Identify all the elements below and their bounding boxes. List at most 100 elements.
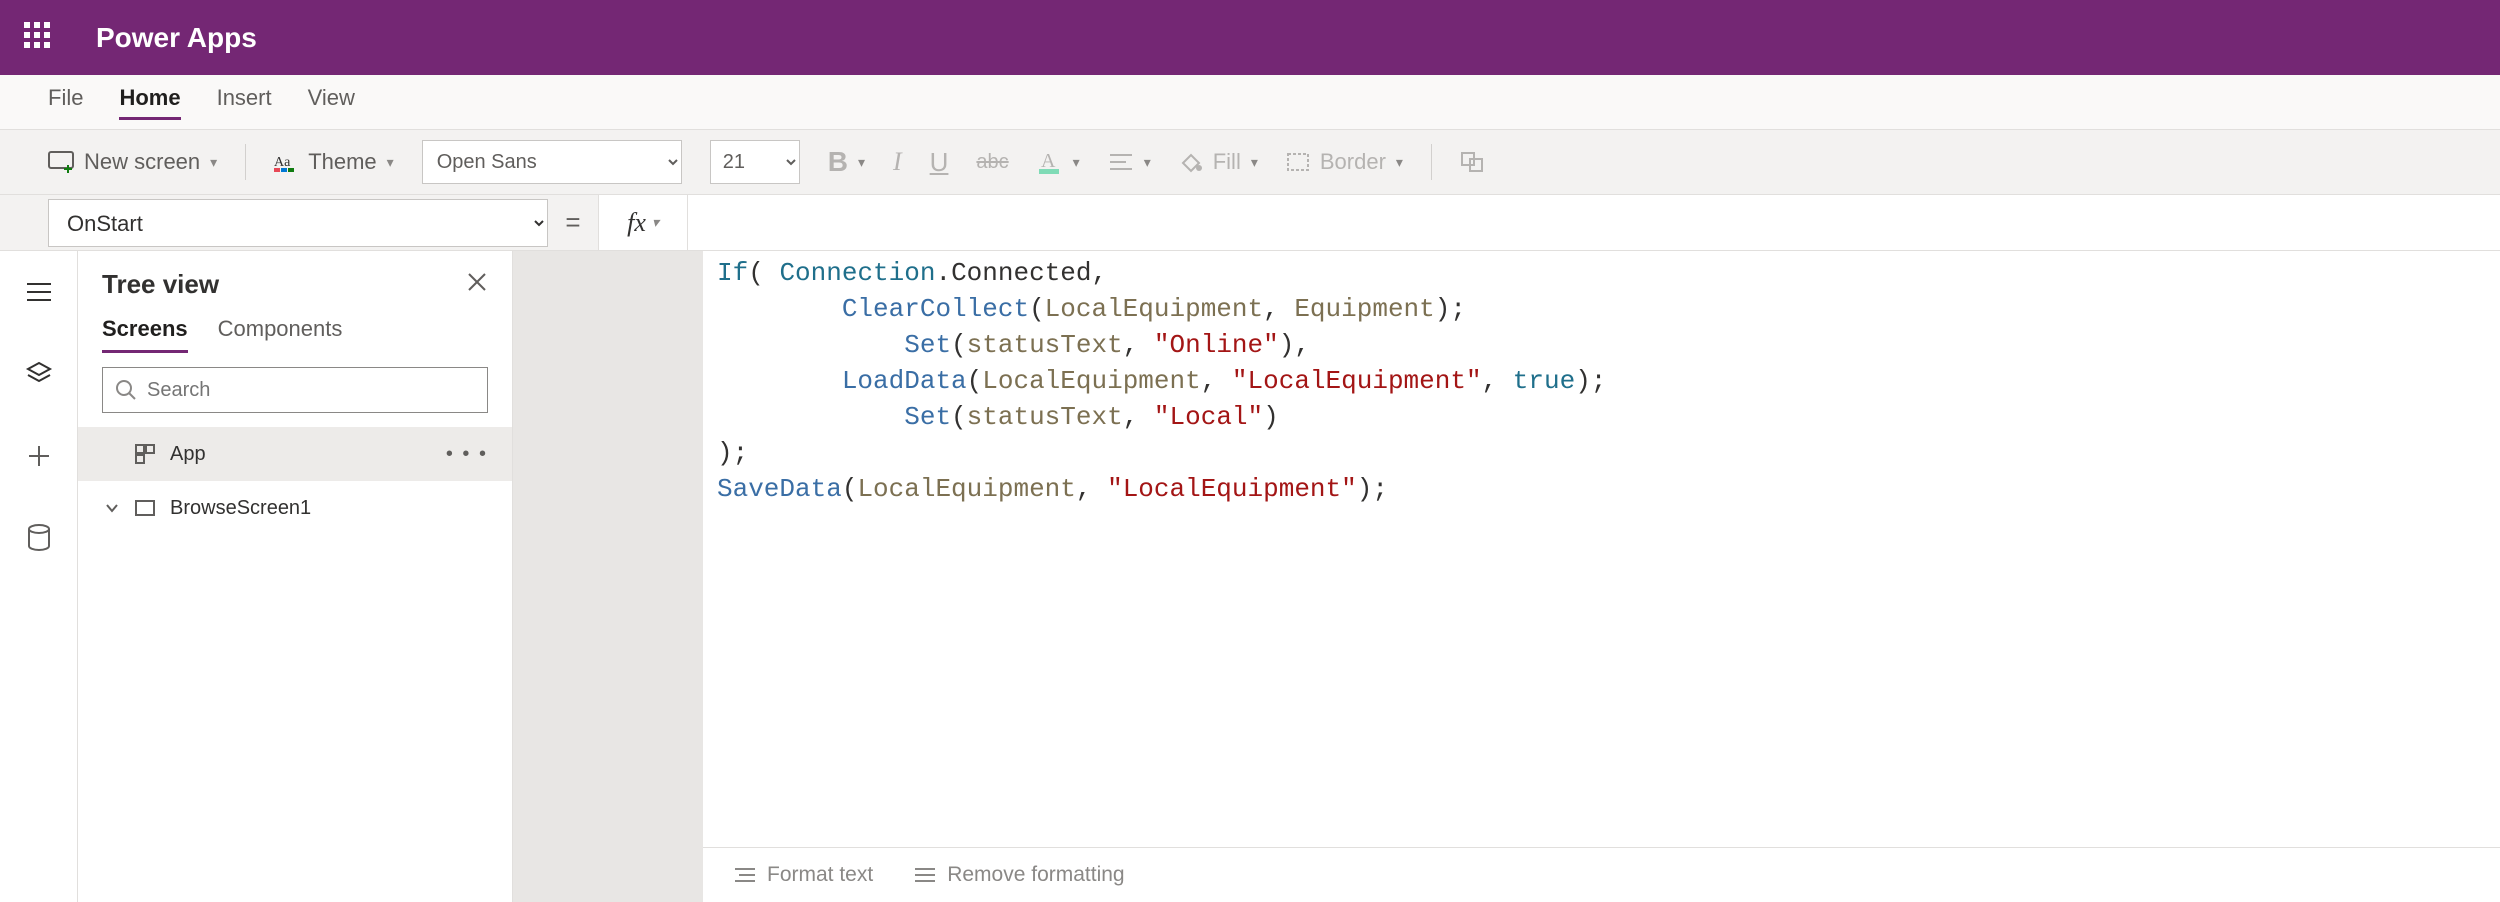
tree-search-input[interactable] [147,379,475,402]
code-token: , [1092,258,1108,288]
tree-item-app[interactable]: App • • • [78,427,512,481]
rail-insert-button[interactable] [18,435,60,477]
code-token: Set [904,330,951,360]
tree-item-label: App [170,443,206,466]
fill-label: Fill [1213,149,1241,175]
menu-home[interactable]: Home [119,85,180,120]
code-token: ); [1575,366,1606,396]
code-token: , [1263,294,1294,324]
menu-bar: File Home Insert View [0,75,2500,130]
code-token: ( [748,258,779,288]
ribbon: New screen ▾ Aa Theme ▾ Open Sans 21 B▾ … [0,130,2500,195]
border-button[interactable]: Border ▾ [1286,149,1403,175]
expand-toggle[interactable] [102,501,122,515]
code-token: , [1123,330,1154,360]
format-text-button[interactable]: Format text [733,863,873,887]
tree-view-title: Tree view [102,269,219,300]
reorder-icon [1460,151,1486,173]
code-token: ( [1029,294,1045,324]
app-launcher-icon[interactable] [24,22,56,54]
remove-formatting-icon [913,865,937,885]
code-token: ClearCollect [842,294,1029,324]
code-token: LocalEquipment [982,366,1200,396]
strikethrough-button[interactable]: abc [976,151,1008,174]
chevron-down-icon: ▾ [858,154,865,171]
fx-expand-button[interactable]: fx ▾ [598,195,688,250]
code-token: , [1482,366,1513,396]
canvas-area[interactable] [513,251,703,902]
formula-code[interactable]: If( Connection.Connected, ClearCollect(L… [703,251,2500,847]
remove-formatting-label: Remove formatting [947,863,1124,887]
code-token: . [935,258,951,288]
bold-button[interactable]: B▾ [828,146,865,178]
tab-components[interactable]: Components [218,316,343,353]
layers-icon [25,360,53,388]
italic-button[interactable]: I [893,147,902,177]
code-token: ); [717,438,748,468]
plus-icon [26,443,52,469]
fx-label: fx [627,208,646,238]
code-token: Equipment [1294,294,1434,324]
code-token: "Local" [1154,402,1263,432]
code-token: ( [951,402,967,432]
separator [1431,144,1432,180]
new-screen-label: New screen [84,149,200,175]
menu-file[interactable]: File [48,85,83,120]
rail-hamburger-button[interactable] [18,271,60,313]
code-token: statusText [967,330,1123,360]
code-token: If [717,258,748,288]
code-token [717,330,904,360]
underline-button[interactable]: U [930,147,949,178]
tree-item-more-button[interactable]: • • • [446,443,488,466]
font-size-select[interactable]: 21 [710,140,800,184]
chevron-down-icon: ▾ [1251,154,1258,171]
svg-text:A: A [1041,150,1056,172]
tab-screens[interactable]: Screens [102,316,188,353]
lower-area: Tree view Screens Components App • • • [0,251,2500,902]
font-name-select[interactable]: Open Sans [422,140,682,184]
formula-editor-footer: Format text Remove formatting [703,847,2500,902]
align-button[interactable]: ▾ [1108,152,1151,172]
property-select[interactable]: OnStart [48,199,548,247]
close-tree-button[interactable] [466,269,488,300]
chevron-down-icon: ▾ [387,154,394,171]
menu-insert[interactable]: Insert [217,85,272,120]
theme-button[interactable]: Aa Theme ▾ [274,149,394,175]
database-icon [27,524,51,552]
code-token: ) [1263,402,1279,432]
brand-title: Power Apps [96,22,257,54]
menu-view[interactable]: View [308,85,355,120]
close-icon [466,271,488,293]
code-token: ( [951,330,967,360]
chevron-down-icon: ▾ [1073,154,1080,171]
align-icon [1108,152,1134,172]
code-token: ( [842,474,858,504]
chevron-down-icon [105,501,119,515]
code-token: LoadData [842,366,967,396]
code-token: "Online" [1154,330,1279,360]
chevron-down-icon: ▾ [1144,154,1151,171]
theme-label: Theme [308,149,376,175]
tree-item-label: BrowseScreen1 [170,497,311,520]
remove-formatting-button[interactable]: Remove formatting [913,863,1124,887]
code-token: "LocalEquipment" [1107,474,1357,504]
formula-editor-top[interactable] [688,195,2500,250]
font-color-button[interactable]: A ▾ [1037,149,1080,175]
tree-search-box[interactable] [102,367,488,413]
new-screen-button[interactable]: New screen ▾ [48,149,217,175]
code-token: , [1123,402,1154,432]
tree-item-browsescreen1[interactable]: BrowseScreen1 [78,481,512,535]
code-token: LocalEquipment [1045,294,1263,324]
font-color-icon: A [1037,149,1063,175]
fill-icon [1179,151,1203,173]
hamburger-icon [25,281,53,303]
fill-button[interactable]: Fill ▾ [1179,149,1258,175]
rail-data-button[interactable] [18,517,60,559]
reorder-button[interactable] [1460,151,1486,173]
rail-tree-view-button[interactable] [18,353,60,395]
tree-tabs: Screens Components [78,308,512,353]
code-token: Connection [779,258,935,288]
border-icon [1286,152,1310,172]
tree-view-panel: Tree view Screens Components App • • • [78,251,513,902]
code-token: ), [1279,330,1310,360]
